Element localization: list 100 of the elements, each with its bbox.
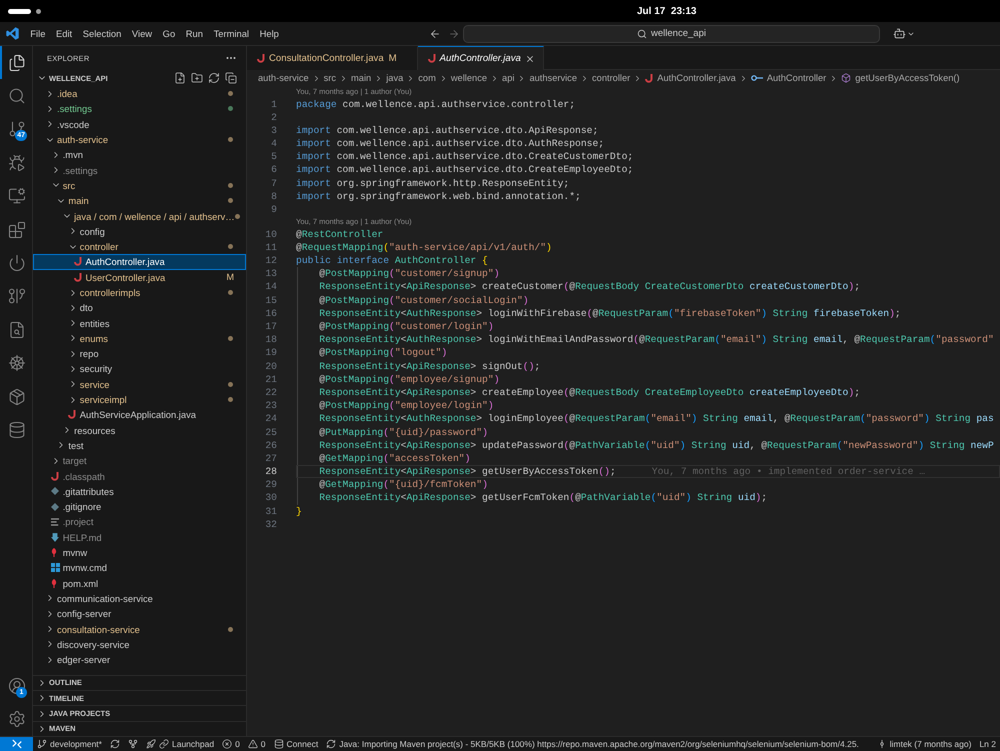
breadcrumb-item[interactable]: java	[386, 73, 404, 83]
code-line: public interface AuthController {	[296, 254, 488, 268]
folder-plus-icon[interactable]	[191, 72, 203, 84]
menu-item[interactable]: File	[25, 24, 51, 44]
menu-item[interactable]: Selection	[77, 24, 127, 44]
breadcrumb-item[interactable]: api	[502, 73, 514, 83]
editor-tab[interactable]: AuthController.java	[418, 46, 544, 70]
breadcrumb-item[interactable]: controller	[592, 73, 630, 83]
explorer-folder[interactable]: .settings	[33, 101, 246, 117]
explorer-file[interactable]: .project	[33, 514, 246, 530]
code-line: ResponseEntity<AuthResponse> loginWithEmailAndPassword(@RequestParam("email") String email, @RequestParam("password"	[319, 333, 994, 346]
menu-item[interactable]: Help	[254, 24, 284, 44]
command-center-search[interactable]: wellence_api	[463, 24, 880, 42]
progress-status[interactable]: Java: Importing Maven project(s) - 5KB/5KB (100%) https://repo.maven.apache.org/maven2/org/seleniumhq/selenium/selenium-bom/4.25.	[322, 737, 863, 751]
file-plus-icon[interactable]	[174, 72, 186, 84]
explorer-file[interactable]: pom.xml	[33, 576, 246, 591]
explorer-file[interactable]: AuthController.java	[33, 254, 246, 270]
explorer-file[interactable]: .classpath	[33, 468, 246, 484]
explorer-folder[interactable]: config	[33, 224, 246, 239]
explorer-folder[interactable]: .mvn	[33, 147, 246, 162]
explorer-file[interactable]: AuthServiceApplication.java	[33, 407, 246, 423]
explorer-folder[interactable]: controllerimpls	[33, 284, 246, 300]
launchpad-status[interactable]: Launchpad	[142, 737, 218, 751]
editor-tab[interactable]: ConsultationController.java M	[247, 46, 418, 70]
breadcrumb-item[interactable]: src	[324, 73, 336, 83]
git-status-label: M	[226, 272, 234, 282]
connect-status[interactable]: Connect	[270, 737, 322, 751]
explorer-folder[interactable]: .settings	[33, 162, 246, 178]
explorer-folder[interactable]: communication-service	[33, 590, 246, 606]
explorer-folder[interactable]: security	[33, 361, 246, 377]
breadcrumb-item[interactable]: getUserByAccessToken()	[841, 73, 960, 83]
explorer-folder[interactable]: .vscode	[33, 116, 246, 132]
explorer-folder[interactable]: config-server	[33, 606, 246, 622]
bot-icon[interactable]	[893, 27, 906, 40]
explorer-folder[interactable]: discovery-service	[33, 636, 246, 652]
chevron-right-icon	[580, 74, 589, 82]
explorer-file[interactable]: mvnw.cmd	[33, 560, 246, 576]
explorer-folder[interactable]: service	[33, 376, 246, 392]
breadcrumb-item[interactable]: main	[351, 73, 372, 83]
refresh-icon[interactable]	[208, 72, 220, 84]
explorer-folder[interactable]: enums	[33, 330, 246, 346]
explorer-folder[interactable]: controller	[33, 238, 246, 254]
blame-status[interactable]: limtek (7 months ago)	[872, 737, 976, 751]
code-line: @PostMapping("logout")	[319, 346, 448, 360]
explorer-folder[interactable]: consultation-service	[33, 621, 246, 637]
close-icon[interactable]	[524, 54, 535, 64]
remote-button[interactable]	[0, 737, 33, 751]
branch-icon	[37, 739, 47, 749]
line-number: 1	[270, 98, 277, 111]
explorer-file[interactable]: mvnw	[33, 544, 246, 560]
explorer-folder[interactable]: main	[33, 193, 246, 208]
breadcrumb-item[interactable]: wellence	[450, 73, 488, 83]
warnings-status[interactable]: 0	[244, 737, 270, 751]
explorer-file[interactable]: .gitignore	[33, 499, 246, 514]
code-line: }	[296, 504, 302, 518]
explorer-folder[interactable]: edger-server	[33, 652, 246, 668]
breadcrumb-item[interactable]: AuthController	[750, 73, 826, 83]
explorer-file[interactable]: .gitattributes	[33, 484, 246, 500]
feather-icon	[50, 548, 57, 558]
menu-item[interactable]: Terminal	[208, 24, 254, 44]
code-line: ResponseEntity<ApiResponse> createCustomer(@RequestBody CreateCustomerDto createCustomerDto);	[319, 280, 860, 294]
explorer-file[interactable]: UserController.java M	[33, 270, 246, 285]
menu-item[interactable]: Edit	[50, 24, 78, 44]
explorer-folder[interactable]: serviceimpl	[33, 392, 246, 408]
app-logo-icon[interactable]	[6, 27, 19, 40]
back-arrow-icon[interactable]	[429, 28, 441, 40]
bug-play-icon	[8, 154, 26, 172]
explorer-file[interactable]: HELP.md	[33, 530, 246, 545]
code-line: @RequestMapping("auth-service/api/v1/auth/")	[296, 240, 552, 254]
java-file-icon	[645, 74, 654, 82]
explorer-folder[interactable]: repo	[33, 346, 246, 362]
explorer-folder[interactable]: test	[33, 438, 246, 454]
breadcrumb-item[interactable]: auth-service	[258, 73, 309, 83]
line-number: 9	[270, 203, 277, 216]
breadcrumb-item[interactable]: AuthController.java	[645, 73, 736, 83]
explorer-folder[interactable]: auth-service	[33, 132, 246, 148]
menu-item[interactable]: Run	[180, 24, 208, 44]
explorer-folder[interactable]: .idea	[33, 86, 246, 102]
line-number: 16	[264, 306, 277, 320]
explorer-folder[interactable]: entities	[33, 315, 246, 331]
breadcrumb-item[interactable]: authservice	[529, 73, 577, 83]
error-icon	[222, 739, 232, 749]
fork-icon[interactable]	[128, 739, 138, 749]
menu-item[interactable]: Go	[157, 24, 180, 44]
cursor-position-status[interactable]: Ln 2	[975, 737, 1000, 751]
menu-item[interactable]: View	[126, 24, 158, 44]
explorer-folder[interactable]: target	[33, 453, 246, 468]
collapse-all-icon[interactable]	[225, 72, 237, 84]
sync-icon[interactable]	[110, 739, 120, 749]
explorer-folder[interactable]: resources	[33, 422, 246, 438]
explorer-folder[interactable]: java / com / wellence / api / authserv…	[33, 208, 246, 224]
code-line: ResponseEntity<ApiResponse> getUserFcmToken(@PathVariable("uid") String uid);	[319, 491, 768, 505]
errors-status[interactable]: 0	[218, 737, 244, 751]
code-line: @RestController	[296, 228, 384, 241]
breadcrumb-item[interactable]: com	[418, 73, 436, 83]
branch-status[interactable]: development*	[33, 737, 106, 751]
code-line: @GetMapping("accessToken")	[319, 452, 470, 466]
explorer-folder[interactable]: src	[33, 178, 246, 194]
workspace-indicator-icon[interactable]	[8, 8, 41, 14]
explorer-folder[interactable]: dto	[33, 300, 246, 316]
